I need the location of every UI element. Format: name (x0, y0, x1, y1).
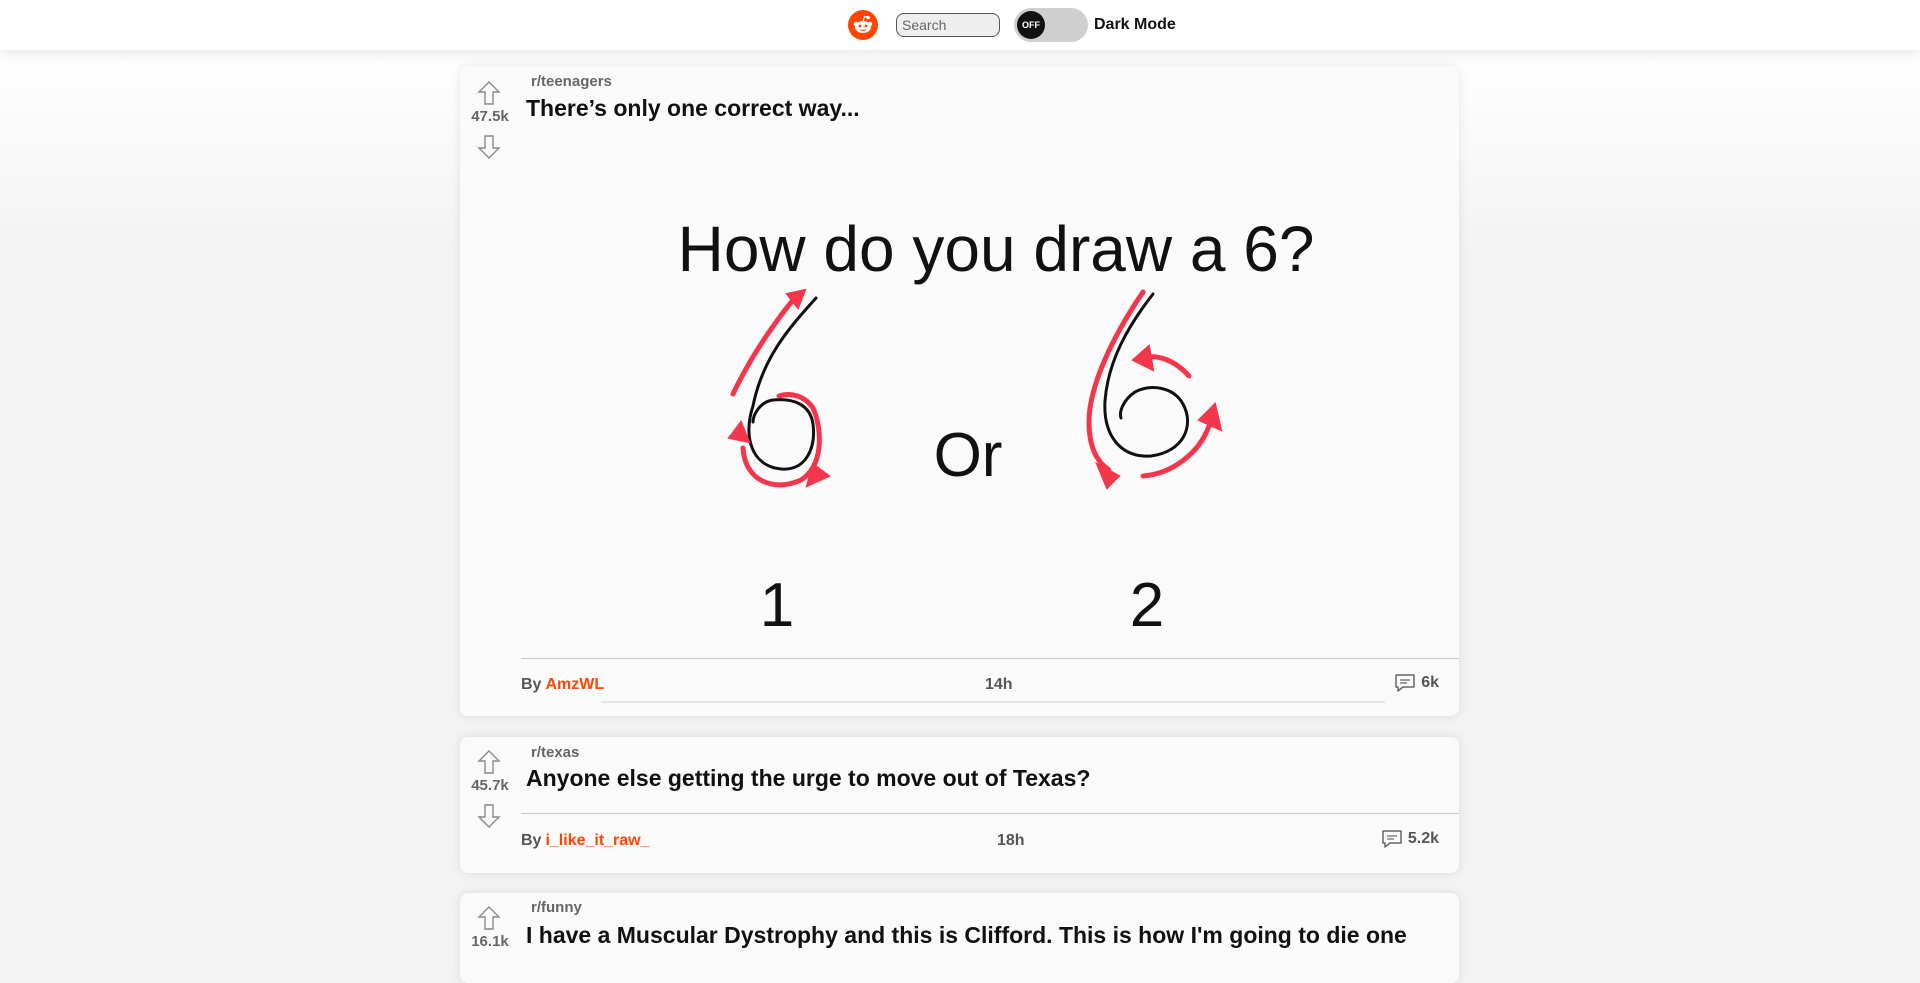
six-drawing-2 (1086, 289, 1223, 490)
reddit-logo-icon[interactable] (848, 10, 878, 40)
post-time: 14h (985, 676, 1013, 693)
upvote-icon[interactable] (477, 80, 501, 106)
post-divider (521, 658, 1459, 659)
top-bar-controls: OFF Dark Mode (848, 8, 1176, 42)
post-title[interactable]: Anyone else getting the urge to move out… (526, 765, 1090, 792)
dark-mode-label: Dark Mode (1094, 16, 1176, 33)
image-question-text: How do you draw a 6? (678, 213, 1315, 285)
subreddit-link[interactable]: r/texas (531, 744, 579, 761)
post-title[interactable]: I have a Muscular Dystrophy and this is … (526, 922, 1407, 949)
by-prefix: By (521, 676, 542, 693)
six-drawing-1 (727, 288, 831, 488)
downvote-icon[interactable] (477, 134, 501, 160)
post-title[interactable]: There’s only one correct way... (526, 95, 860, 122)
post-score: 16.1k (471, 933, 509, 950)
dark-mode-toggle[interactable]: OFF (1014, 8, 1088, 42)
comment-icon (1395, 674, 1415, 692)
upvote-icon[interactable] (477, 749, 501, 775)
downvote-icon[interactable] (477, 803, 501, 829)
post-card[interactable]: 47.5k r/teenagers There’s only one corre… (460, 66, 1459, 716)
by-prefix: By (521, 832, 542, 849)
toggle-knob: OFF (1017, 11, 1045, 39)
image-option-2: 2 (1130, 571, 1164, 640)
comment-icon (1382, 830, 1402, 848)
search-input[interactable] (896, 13, 1000, 37)
post-byline: By AmzWL (521, 676, 604, 694)
author-link[interactable]: AmzWL (545, 676, 604, 693)
post-byline: By i_like_it_raw_ (521, 832, 650, 850)
post-card[interactable]: 45.7k r/texas Anyone else getting the ur… (460, 737, 1459, 873)
post-time: 18h (997, 832, 1025, 849)
image-or-text: Or (934, 421, 1003, 490)
comment-count: 6k (1421, 674, 1439, 691)
post-image[interactable]: How do you draw a 6? Or 1 2 (523, 186, 1435, 706)
top-bar: OFF Dark Mode (0, 0, 1920, 50)
post-score: 47.5k (471, 108, 509, 125)
subreddit-link[interactable]: r/funny (531, 899, 582, 916)
comments-button[interactable]: 6k (1394, 672, 1439, 694)
upvote-icon[interactable] (477, 905, 501, 931)
image-option-1: 1 (760, 571, 794, 640)
post-card[interactable]: 16.1k r/funny I have a Muscular Dystroph… (460, 893, 1459, 983)
post-score: 45.7k (471, 777, 509, 794)
comment-count: 5.2k (1407, 830, 1439, 847)
post-divider (521, 813, 1459, 814)
comments-button[interactable]: 5.2k (1381, 828, 1439, 850)
subreddit-link[interactable]: r/teenagers (531, 73, 612, 90)
author-link[interactable]: i_like_it_raw_ (545, 832, 649, 849)
